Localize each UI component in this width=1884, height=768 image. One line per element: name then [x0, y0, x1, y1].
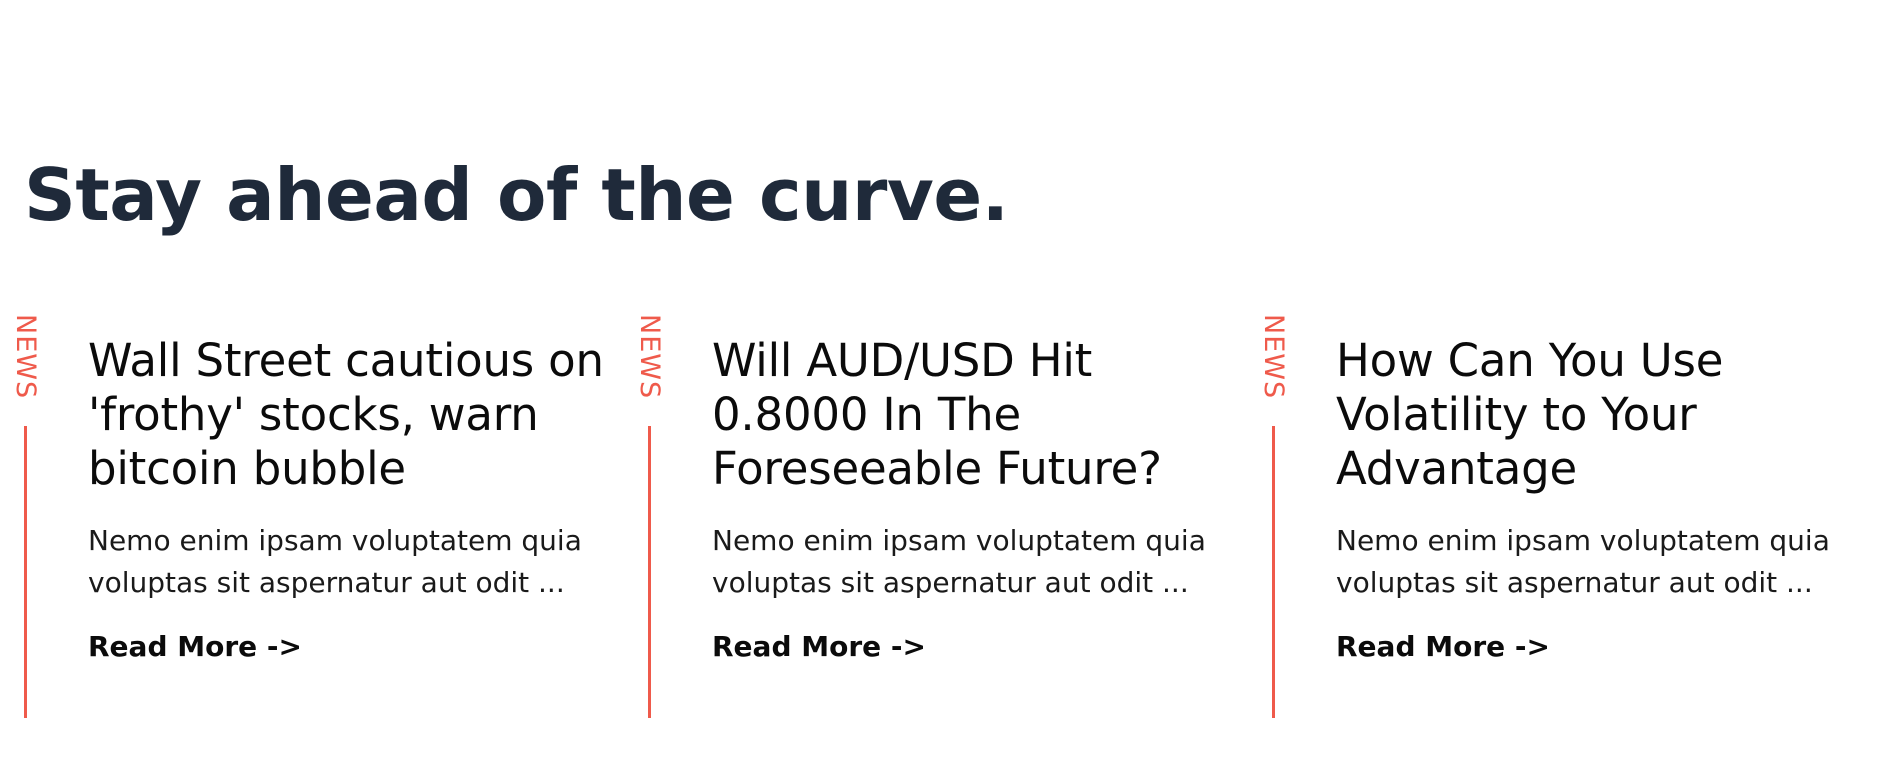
category-label: NEWS: [634, 314, 665, 400]
news-card: NEWS Wall Street cautious on 'frothy' st…: [0, 312, 604, 718]
category-divider-line: [24, 426, 27, 718]
card-content: Will AUD/USD Hit 0.8000 In The Foreseeab…: [712, 334, 1232, 664]
category-rail: NEWS: [1248, 312, 1298, 718]
category-rail: NEWS: [624, 312, 674, 718]
card-excerpt: Nemo enim ipsam voluptatem quia voluptas…: [712, 524, 1206, 599]
category-rail: NEWS: [0, 312, 50, 718]
section-heading: Stay ahead of the curve.: [24, 153, 1009, 237]
news-card: NEWS How Can You Use Volatility to Your …: [1248, 312, 1848, 718]
category-label: NEWS: [10, 314, 41, 400]
read-more-link[interactable]: Read More ->: [88, 630, 302, 664]
category-divider-line: [1272, 426, 1275, 718]
card-excerpt: Nemo enim ipsam voluptatem quia voluptas…: [1336, 524, 1830, 599]
read-more-link[interactable]: Read More ->: [712, 630, 926, 664]
card-title[interactable]: Will AUD/USD Hit 0.8000 In The Foreseeab…: [712, 334, 1232, 496]
news-card-list: NEWS Wall Street cautious on 'frothy' st…: [0, 312, 1884, 718]
category-divider-line: [648, 426, 651, 718]
news-card: NEWS Will AUD/USD Hit 0.8000 In The Fore…: [624, 312, 1224, 718]
card-content: How Can You Use Volatility to Your Advan…: [1336, 334, 1856, 664]
news-section: Stay ahead of the curve. NEWS Wall Stree…: [0, 0, 1884, 768]
card-excerpt: Nemo enim ipsam voluptatem quia voluptas…: [88, 524, 582, 599]
card-content: Wall Street cautious on 'frothy' stocks,…: [88, 334, 608, 664]
read-more-link[interactable]: Read More ->: [1336, 630, 1550, 664]
card-title[interactable]: Wall Street cautious on 'frothy' stocks,…: [88, 334, 608, 496]
card-title[interactable]: How Can You Use Volatility to Your Advan…: [1336, 334, 1856, 496]
category-label: NEWS: [1258, 314, 1289, 400]
